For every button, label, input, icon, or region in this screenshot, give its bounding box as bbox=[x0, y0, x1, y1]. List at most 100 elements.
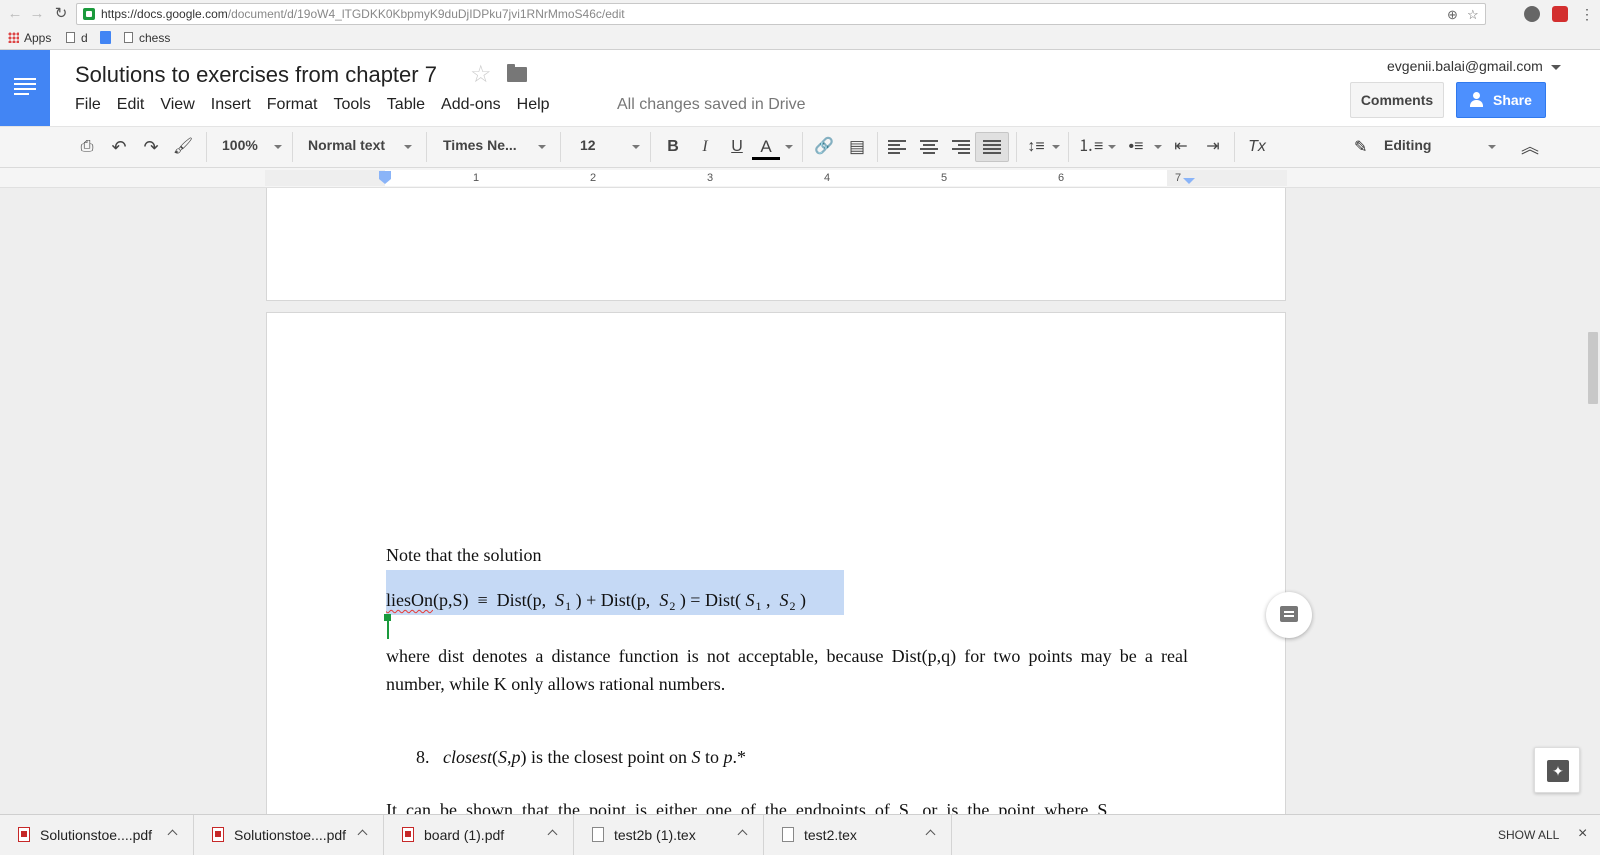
menu-dots-icon[interactable]: ⋮ bbox=[1578, 5, 1596, 23]
text-color-button[interactable]: A bbox=[754, 135, 778, 159]
save-status[interactable]: All changes saved in Drive bbox=[617, 96, 806, 114]
chevron-up-icon[interactable] bbox=[737, 829, 748, 840]
bulleted-list-dropdown-icon bbox=[1154, 145, 1162, 149]
download-filename: board (1).pdf bbox=[424, 827, 505, 843]
editing-mode-select[interactable]: Editing bbox=[1384, 137, 1431, 153]
menu-insert[interactable]: Insert bbox=[211, 96, 251, 114]
document-title[interactable]: Solutions to exercises from chapter 7 bbox=[75, 62, 437, 88]
underline-button[interactable]: U bbox=[726, 135, 748, 159]
paragraph-note[interactable]: Note that the solution bbox=[386, 545, 541, 566]
line-spacing-icon[interactable]: ↕≡ bbox=[1024, 135, 1048, 159]
font-dropdown-icon bbox=[538, 145, 546, 149]
comment-icon bbox=[1280, 606, 1298, 622]
folder-icon[interactable] bbox=[507, 64, 527, 82]
menu-format[interactable]: Format bbox=[267, 96, 318, 114]
menu-table[interactable]: Table bbox=[387, 96, 425, 114]
docs-home-logo-icon[interactable] bbox=[0, 50, 50, 126]
list-item-8[interactable]: 8. closest(S,p) is the closest point on … bbox=[416, 747, 746, 768]
address-bar[interactable]: https://docs.google.com/document/d/19oW4… bbox=[76, 3, 1486, 25]
collapse-menu-icon[interactable]: ︽ bbox=[1518, 135, 1542, 159]
bookmark-chess[interactable]: chess bbox=[124, 31, 170, 45]
bold-button[interactable]: B bbox=[662, 135, 684, 159]
formula-line[interactable]: liesOn(p,S) ≡ Dist(p, S1 ) + Dist(p, S2 … bbox=[386, 590, 806, 614]
menu-help[interactable]: Help bbox=[517, 96, 550, 114]
chevron-up-icon[interactable] bbox=[925, 829, 936, 840]
bookmark-docs[interactable] bbox=[100, 31, 117, 45]
increase-indent-icon[interactable]: ⇥ bbox=[1202, 135, 1224, 159]
account-switcher[interactable]: evgenii.balai@gmail.com bbox=[1387, 58, 1561, 74]
ruler-number: 4 bbox=[824, 172, 831, 184]
ruler: 1 2 3 4 5 6 7 bbox=[0, 168, 1600, 188]
explore-button[interactable]: ✦ bbox=[1534, 747, 1580, 793]
bookmark-star-icon[interactable]: ☆ bbox=[1467, 7, 1479, 23]
bookmark-apps[interactable]: Apps bbox=[8, 31, 51, 45]
decrease-indent-icon[interactable]: ⇤ bbox=[1170, 135, 1192, 159]
reload-icon[interactable]: ↻ bbox=[52, 5, 70, 23]
bookmark-d[interactable]: d bbox=[66, 31, 88, 45]
insert-comment-icon[interactable]: ▤ bbox=[846, 135, 868, 159]
clear-formatting-button[interactable]: Tx bbox=[1244, 135, 1270, 159]
account-email: evgenii.balai@gmail.com bbox=[1387, 58, 1543, 74]
formatting-toolbar: ⎙ ↶ ↷ 🖌 100% Normal text Times Ne... 12 … bbox=[0, 126, 1600, 168]
numbered-list-dropdown-icon bbox=[1108, 145, 1116, 149]
line-spacing-dropdown-icon bbox=[1052, 145, 1060, 149]
download-item[interactable]: test2b (1).tex bbox=[574, 815, 764, 855]
extension-globe-icon[interactable] bbox=[1524, 6, 1540, 22]
menu-edit[interactable]: Edit bbox=[117, 96, 145, 114]
docs-icon bbox=[100, 31, 111, 44]
chevron-up-icon[interactable] bbox=[547, 829, 558, 840]
right-indent-marker[interactable] bbox=[1183, 178, 1195, 184]
bookmark-apps-label: Apps bbox=[24, 31, 52, 45]
italic-button[interactable]: I bbox=[694, 135, 716, 159]
align-left-icon[interactable] bbox=[888, 139, 906, 155]
download-item[interactable]: board (1).pdf bbox=[384, 815, 574, 855]
insert-link-icon[interactable]: 🔗 bbox=[812, 135, 836, 159]
chevron-up-icon[interactable] bbox=[167, 829, 178, 840]
spellcheck-word[interactable]: liesOn bbox=[386, 590, 433, 610]
undo-icon[interactable]: ↶ bbox=[108, 135, 130, 159]
justify-icon[interactable] bbox=[983, 139, 1001, 155]
forward-icon[interactable]: → bbox=[28, 5, 46, 23]
menu-file[interactable]: File bbox=[75, 96, 101, 114]
download-item[interactable]: Solutionstoe....pdf bbox=[0, 815, 194, 855]
zoom-select[interactable]: 100% bbox=[222, 137, 258, 153]
paragraph-where[interactable]: where dist denotes a distance function i… bbox=[386, 642, 1188, 698]
ruler-number: 1 bbox=[473, 172, 480, 184]
zoom-icon[interactable]: ⊕ bbox=[1447, 7, 1458, 23]
left-indent-marker[interactable] bbox=[379, 171, 391, 184]
comments-button[interactable]: Comments bbox=[1350, 82, 1444, 118]
paint-format-icon[interactable]: 🖌 bbox=[172, 135, 194, 159]
print-icon[interactable]: ⎙ bbox=[76, 135, 98, 159]
close-downloads-icon[interactable]: × bbox=[1578, 825, 1587, 843]
add-comment-button[interactable] bbox=[1266, 592, 1312, 638]
back-icon[interactable]: ← bbox=[6, 5, 24, 23]
extension-record-icon[interactable] bbox=[1552, 6, 1568, 22]
share-button[interactable]: Share bbox=[1456, 82, 1546, 118]
zoom-dropdown-icon bbox=[274, 145, 282, 149]
align-right-icon[interactable] bbox=[952, 139, 970, 155]
download-item[interactable]: Solutionstoe....pdf bbox=[194, 815, 384, 855]
font-size-select[interactable]: 12 bbox=[580, 137, 596, 153]
file-icon bbox=[592, 827, 604, 842]
redo-icon[interactable]: ↷ bbox=[140, 135, 162, 159]
download-filename: Solutionstoe....pdf bbox=[234, 827, 347, 843]
pdf-file-icon bbox=[212, 827, 224, 842]
share-people-icon bbox=[1469, 92, 1483, 108]
chevron-up-icon[interactable] bbox=[357, 829, 368, 840]
menu-view[interactable]: View bbox=[160, 96, 194, 114]
url-host: https://docs.google.com bbox=[101, 7, 228, 21]
scrollbar-thumb[interactable] bbox=[1588, 332, 1598, 404]
align-center-icon[interactable] bbox=[920, 139, 938, 155]
downloads-bar: Solutionstoe....pdf Solutionstoe....pdf … bbox=[0, 814, 1600, 855]
menu-tools[interactable]: Tools bbox=[333, 96, 370, 114]
browser-address-row: ← → ↻ https://docs.google.com/document/d… bbox=[0, 0, 1600, 28]
show-all-downloads-link[interactable]: SHOW ALL bbox=[1498, 828, 1559, 842]
numbered-list-icon[interactable]: ⒈≡ bbox=[1078, 135, 1103, 159]
pencil-icon: ✎ bbox=[1354, 139, 1368, 156]
font-select[interactable]: Times Ne... bbox=[443, 137, 517, 153]
download-item[interactable]: test2.tex bbox=[764, 815, 952, 855]
menu-addons[interactable]: Add-ons bbox=[441, 96, 501, 114]
paragraph-style-select[interactable]: Normal text bbox=[308, 137, 385, 153]
star-icon[interactable]: ☆ bbox=[470, 60, 492, 89]
bulleted-list-icon[interactable]: •≡ bbox=[1124, 135, 1148, 159]
